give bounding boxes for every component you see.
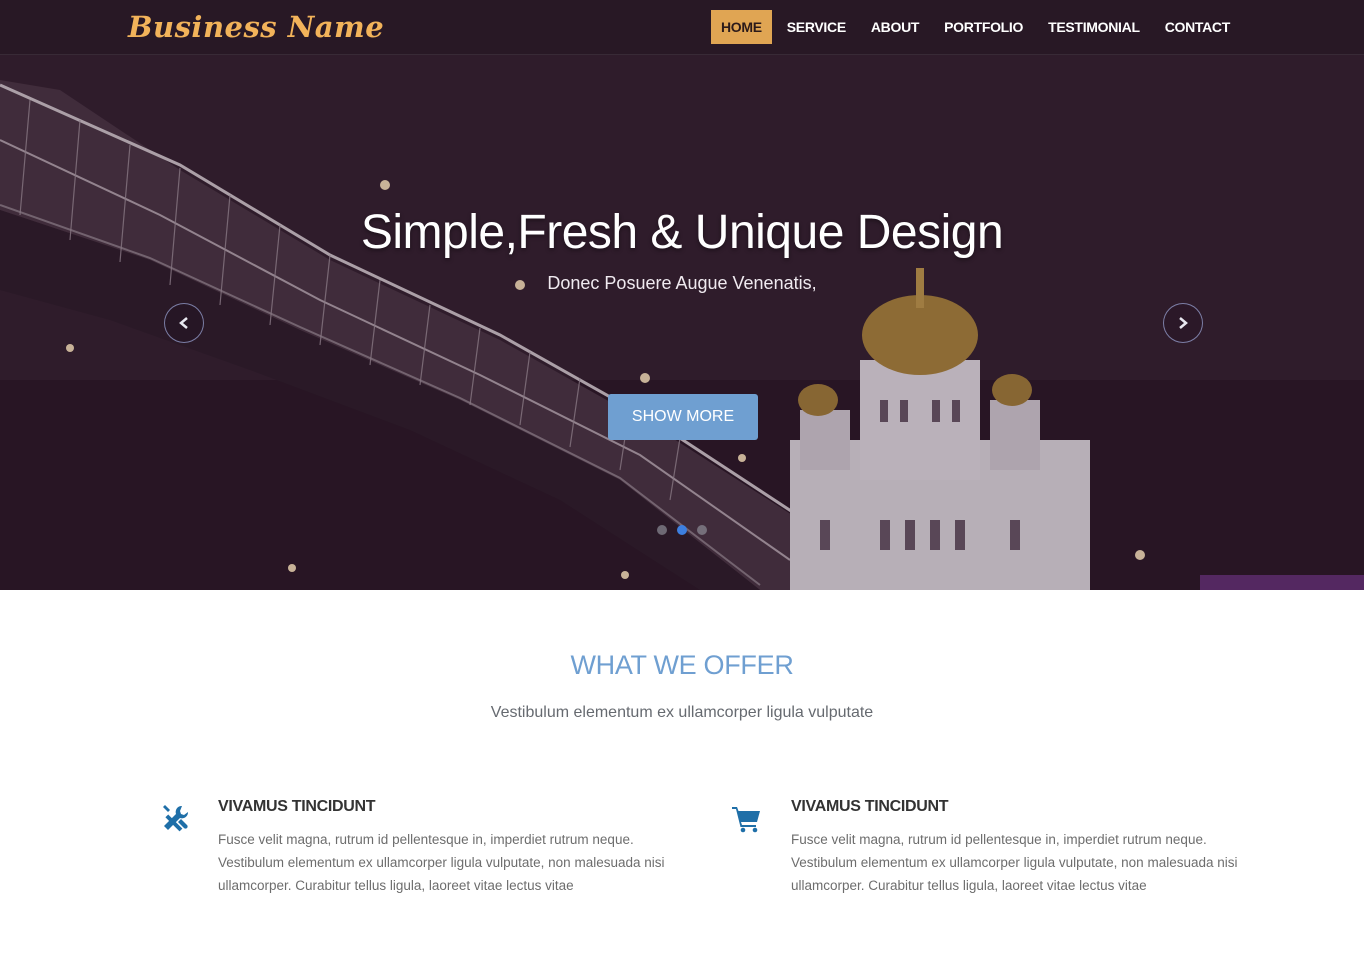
slider-next-button[interactable] <box>1163 303 1203 343</box>
feature-text: Fusce velit magna, rutrum id pellentesqu… <box>218 832 665 893</box>
slider-prev-button[interactable] <box>164 303 204 343</box>
offer-title: WHAT WE OFFER <box>570 650 794 680</box>
hero-title: Simple,Fresh & Unique Design <box>360 206 1004 259</box>
nav-service[interactable]: SERVICE <box>777 10 856 44</box>
tools-icon <box>163 805 189 832</box>
hero-subtitle: Donec Posuere Augue Venenatis, <box>547 273 817 293</box>
slider-dot-1[interactable] <box>657 525 667 535</box>
show-more-button[interactable]: SHOW MORE <box>608 394 758 440</box>
hero-overlay <box>0 0 1364 590</box>
navbar: Business Name HOME SERVICE ABOUT PORTFOL… <box>0 0 1364 55</box>
hero-slider <box>0 0 1364 590</box>
chevron-left-icon <box>179 317 188 329</box>
nav-about[interactable]: ABOUT <box>861 10 929 44</box>
feature-title: VIVAMUS TINCIDUNT <box>791 798 949 815</box>
chevron-right-icon <box>1179 317 1188 329</box>
slider-dot-3[interactable] <box>697 525 707 535</box>
nav-portfolio[interactable]: PORTFOLIO <box>934 10 1033 44</box>
feature-title: VIVAMUS TINCIDUNT <box>218 798 376 815</box>
cart-icon <box>732 807 760 833</box>
nav-home[interactable]: HOME <box>710 10 772 44</box>
brand-logo[interactable]: Business Name <box>128 10 384 44</box>
slider-indicators <box>657 525 707 535</box>
nav-contact[interactable]: CONTACT <box>1155 10 1240 44</box>
slider-dot-2[interactable] <box>677 525 687 535</box>
offer-subtitle: Vestibulum elementum ex ullamcorper ligu… <box>490 704 874 721</box>
feature-text: Fusce velit magna, rutrum id pellentesqu… <box>791 832 1238 893</box>
main-nav: HOME SERVICE ABOUT PORTFOLIO TESTIMONIAL… <box>706 10 1240 44</box>
nav-testimonial[interactable]: TESTIMONIAL <box>1038 10 1150 44</box>
